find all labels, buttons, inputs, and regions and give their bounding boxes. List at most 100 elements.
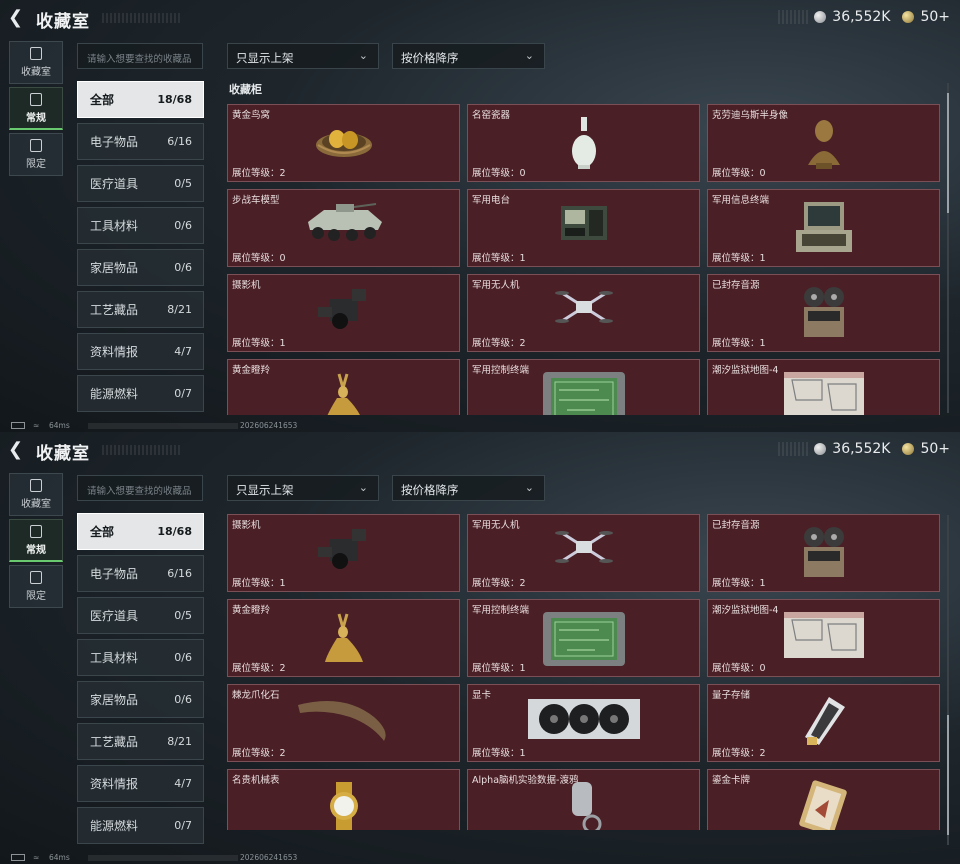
- category-tab[interactable]: 工具材料 0/6: [77, 639, 204, 676]
- collection-card[interactable]: 名窑瓷器 展位等级：0: [467, 104, 700, 182]
- category-count: 8/21: [167, 303, 192, 316]
- ticket-amount: 50+: [920, 441, 950, 457]
- chevron-down-icon: ⌄: [524, 49, 534, 62]
- collection-card[interactable]: 潮汐监狱地图-4展位等级：0: [707, 599, 940, 677]
- category-tab[interactable]: 工具材料 0/6: [77, 207, 204, 244]
- category-tab[interactable]: 医疗道具 0/5: [77, 165, 204, 202]
- category-count: 18/68: [157, 93, 192, 106]
- collection-card[interactable]: Alpha脑机实验数据-渡鸦展位等级：0: [467, 769, 700, 830]
- category-tab[interactable]: 家居物品 0/6: [77, 249, 204, 286]
- category-tab[interactable]: 电子物品 6/16: [77, 555, 204, 592]
- image-icon: [30, 92, 42, 106]
- collection-card[interactable]: 摄影机 展位等级：1: [227, 514, 460, 592]
- timestamp: 202606241653: [240, 421, 298, 430]
- collection-card[interactable]: 名贵机械表展位等级：2: [227, 769, 460, 830]
- bust-icon: [804, 115, 844, 175]
- category-label: 能源燃料: [90, 819, 139, 833]
- collection-card[interactable]: 步战车模型 展位等级：0: [227, 189, 460, 267]
- reel-icon: [800, 285, 848, 343]
- category-tab[interactable]: 医疗道具 0/5: [77, 597, 204, 634]
- map-icon: [782, 370, 866, 415]
- collection-card[interactable]: 军用控制终端展位等级：1: [467, 599, 700, 677]
- category-label: 能源燃料: [90, 387, 139, 401]
- category-count: 18/68: [157, 525, 192, 538]
- item-level: 展位等级：0: [712, 663, 766, 674]
- collection-card[interactable]: 棘龙爪化石 展位等级：2: [227, 684, 460, 762]
- category-tab[interactable]: 能源燃料 0/7: [77, 375, 204, 412]
- sort-value: 按价格降序: [401, 483, 459, 497]
- collection-card[interactable]: 军用无人机 展位等级：2: [467, 274, 700, 352]
- sidenav-item-0[interactable]: 收藏室: [9, 473, 63, 516]
- ping-text: 64ms: [49, 853, 70, 862]
- control-icon: [539, 370, 629, 415]
- item-level: 展位等级：2: [712, 748, 766, 759]
- shelf-filter-dropdown[interactable]: 只显示上架 ⌄: [227, 43, 379, 69]
- tank-icon: [302, 200, 386, 248]
- item-name: 军用无人机: [472, 520, 520, 531]
- item-level: 展位等级：1: [712, 578, 766, 589]
- scrollbar-thumb[interactable]: [947, 715, 949, 835]
- category-count: 8/21: [167, 735, 192, 748]
- collection-card[interactable]: 潮汐监狱地图-4展位等级：0: [707, 359, 940, 415]
- currency-decoration: [778, 442, 809, 456]
- collection-card[interactable]: 军用电台 展位等级：1: [467, 189, 700, 267]
- category-list: 全部 18/68 电子物品 6/16 医疗道具 0/5 工具材料 0/6 家居物品 0/6 工艺藏品…: [77, 81, 204, 417]
- grid-scrollbar[interactable]: [947, 83, 949, 413]
- item-name: 军用无人机: [472, 280, 520, 291]
- chevron-down-icon: ⌄: [524, 481, 534, 494]
- collection-card[interactable]: 军用无人机展位等级：2: [467, 514, 700, 592]
- collection-card[interactable]: 黄金瞪羚展位等级：2: [227, 599, 460, 677]
- collection-card[interactable]: 黄金鸟窝 展位等级：2: [227, 104, 460, 182]
- title-decoration: [102, 13, 182, 23]
- sidenav-item-2[interactable]: 限定: [9, 133, 63, 176]
- category-tab[interactable]: 全部 18/68: [77, 81, 204, 118]
- item-name: 摄影机: [232, 520, 261, 531]
- category-tab[interactable]: 全部 18/68: [77, 513, 204, 550]
- item-level: 展位等级：2: [232, 748, 286, 759]
- category-tab[interactable]: 工艺藏品 8/21: [77, 291, 204, 328]
- sidenav-label: 常规: [26, 112, 46, 124]
- category-tab[interactable]: 电子物品 6/16: [77, 123, 204, 160]
- category-tab[interactable]: 工艺藏品 8/21: [77, 723, 204, 760]
- collection-card[interactable]: 军用信息终端 展位等级：1: [707, 189, 940, 267]
- collection-card[interactable]: 军用控制终端展位等级：1: [467, 359, 700, 415]
- collection-grid: 黄金鸟窝展位等级：2名窑瓷器展位等级：0克劳迪乌斯半身像展位等级：0 步战车模型展…: [226, 103, 944, 415]
- sidenav-label: 常规: [26, 544, 46, 556]
- category-tab[interactable]: 家居物品 0/6: [77, 681, 204, 718]
- collection-card[interactable]: 鎏金卡牌展位等级：2: [707, 769, 940, 830]
- sidenav-item-2[interactable]: 限定: [9, 565, 63, 608]
- search-input[interactable]: 请输入想要查找的收藏品: [77, 43, 203, 69]
- shelf-filter-dropdown[interactable]: 只显示上架 ⌄: [227, 475, 379, 501]
- collection-card[interactable]: 已封存音源 展位等级：1: [707, 514, 940, 592]
- sidenav-item-1[interactable]: 常规: [9, 87, 63, 130]
- blurred-id: [88, 423, 238, 429]
- search-input[interactable]: 请输入想要查找的收藏品: [77, 475, 203, 501]
- search-placeholder: 请输入想要查找的收藏品: [87, 486, 192, 497]
- item-level: 展位等级：2: [472, 578, 526, 589]
- shelf-filter-value: 只显示上架: [236, 51, 294, 65]
- back-arrow-icon[interactable]: ❮: [8, 9, 26, 27]
- battery-icon: [11, 422, 25, 429]
- item-name: 黄金瞪羚: [232, 605, 271, 616]
- wifi-icon: ≈: [33, 421, 40, 430]
- item-level: 展位等级：1: [472, 748, 526, 759]
- back-arrow-icon[interactable]: ❮: [8, 441, 26, 459]
- collection-card[interactable]: 克劳迪乌斯半身像 展位等级：0: [707, 104, 940, 182]
- grid-scrollbar[interactable]: [947, 515, 949, 845]
- category-count: 0/5: [174, 177, 192, 190]
- sort-dropdown[interactable]: 按价格降序 ⌄: [392, 475, 545, 501]
- collection-card[interactable]: 摄影机 展位等级：1: [227, 274, 460, 352]
- map-icon: [782, 610, 866, 664]
- sort-dropdown[interactable]: 按价格降序 ⌄: [392, 43, 545, 69]
- currency-amount: 36,552K: [832, 9, 891, 25]
- collection-card[interactable]: 量子存储 展位等级：2: [707, 684, 940, 762]
- collection-card[interactable]: 已封存音源 展位等级：1: [707, 274, 940, 352]
- scrollbar-thumb[interactable]: [947, 93, 949, 213]
- sidenav-item-0[interactable]: 收藏室: [9, 41, 63, 84]
- category-tab[interactable]: 资料情报 4/7: [77, 333, 204, 370]
- category-tab[interactable]: 资料情报 4/7: [77, 765, 204, 802]
- sidenav-item-1[interactable]: 常规: [9, 519, 63, 562]
- collection-card[interactable]: 黄金瞪羚展位等级：2: [227, 359, 460, 415]
- category-tab[interactable]: 能源燃料 0/7: [77, 807, 204, 844]
- collection-card[interactable]: 显卡 展位等级：1: [467, 684, 700, 762]
